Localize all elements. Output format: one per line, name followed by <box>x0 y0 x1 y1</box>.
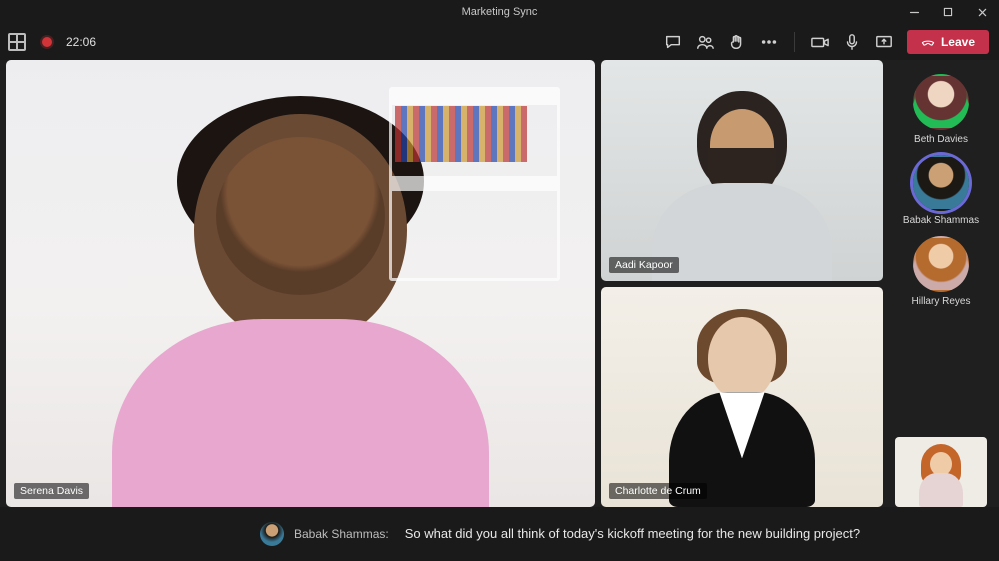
minimize-button[interactable] <box>897 0 931 24</box>
video-tile[interactable]: Aadi Kapoor <box>601 60 883 281</box>
meeting-title: Marketing Sync <box>462 6 538 18</box>
microphone-icon[interactable] <box>843 33 861 51</box>
caption-speaker-avatar <box>260 522 284 546</box>
avatar <box>913 236 969 292</box>
participant-name: Babak Shammas <box>903 215 979 226</box>
video-tile-main[interactable]: Serena Davis <box>6 60 595 507</box>
participant-name-label: Aadi Kapoor <box>609 257 679 273</box>
participants-icon[interactable] <box>696 33 714 51</box>
participant-video <box>6 60 595 507</box>
meeting-toolbar: 22:06 Leave <box>0 24 999 60</box>
title-bar: Marketing Sync <box>0 0 999 24</box>
overflow-participants: Beth Davies Babak Shammas Hillary Reyes <box>889 60 993 507</box>
participant-name: Hillary Reyes <box>912 296 971 307</box>
avatar <box>913 155 969 211</box>
caption-text: So what did you all think of today's kic… <box>405 525 860 543</box>
participant-video <box>601 287 883 508</box>
live-caption-bar: Babak Shammas: So what did you all think… <box>0 507 999 561</box>
overflow-participant[interactable]: Beth Davies <box>913 74 969 145</box>
leave-button[interactable]: Leave <box>907 30 989 54</box>
recording-indicator-icon <box>42 37 52 47</box>
participant-video <box>895 437 987 507</box>
camera-icon[interactable] <box>811 33 829 51</box>
participant-name: Beth Davies <box>914 134 968 145</box>
hangup-icon <box>921 35 935 49</box>
participant-name-label: Serena Davis <box>14 483 89 499</box>
more-actions-icon[interactable] <box>760 33 778 51</box>
close-button[interactable] <box>965 0 999 24</box>
raise-hand-icon[interactable] <box>728 33 746 51</box>
window-controls <box>897 0 999 24</box>
share-screen-icon[interactable] <box>875 33 893 51</box>
overflow-participant[interactable]: Hillary Reyes <box>912 236 971 307</box>
overflow-participant[interactable]: Babak Shammas <box>903 155 979 226</box>
overflow-video-thumb[interactable] <box>895 437 987 507</box>
video-tile[interactable]: Charlotte de Crum <box>601 287 883 508</box>
chat-icon[interactable] <box>664 33 682 51</box>
maximize-button[interactable] <box>931 0 965 24</box>
participant-video <box>601 60 883 281</box>
toolbar-divider <box>794 32 795 52</box>
layout-grid-button[interactable] <box>8 33 26 51</box>
call-timer: 22:06 <box>66 35 96 49</box>
caption-speaker-name: Babak Shammas: <box>294 527 389 541</box>
participant-name-label: Charlotte de Crum <box>609 483 707 499</box>
leave-label: Leave <box>941 35 975 49</box>
avatar <box>913 74 969 130</box>
video-gallery: Serena Davis Aadi Kapoor Charlotte de Cr… <box>6 60 993 507</box>
